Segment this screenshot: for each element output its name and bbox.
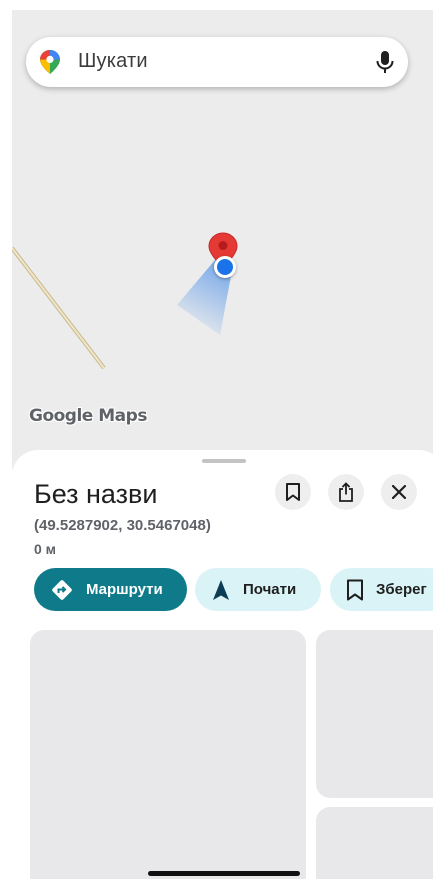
directions-icon (52, 579, 72, 600)
share-icon (339, 482, 353, 502)
photo-placeholder[interactable] (316, 630, 433, 798)
close-button[interactable] (381, 474, 417, 510)
routes-label: Маршрути (86, 581, 163, 598)
photo-placeholder[interactable] (316, 807, 433, 879)
phone-screen: Шукати Google Maps Без назви (49.5287902… (0, 0, 433, 879)
bookmark-outline-icon (347, 579, 363, 600)
place-bottom-sheet: Без назви (49.5287902, 30.5467048) 0 м М… (12, 450, 433, 879)
start-label: Почати (243, 581, 297, 598)
google-maps-pin-icon (40, 50, 60, 74)
routes-button[interactable]: Маршрути (34, 568, 187, 611)
google-maps-watermark: Google Maps (29, 406, 147, 426)
place-coordinates: (49.5287902, 30.5467048) (34, 517, 211, 534)
current-location-dot (214, 256, 236, 278)
place-title: Без назви (34, 479, 158, 509)
close-icon (392, 485, 406, 499)
place-distance: 0 м (34, 541, 57, 557)
navigation-arrow-icon (213, 579, 229, 600)
sheet-drag-handle[interactable] (202, 459, 246, 463)
search-bar[interactable]: Шукати (26, 37, 408, 87)
microphone-icon[interactable] (374, 50, 396, 74)
bookmark-icon (286, 483, 300, 501)
search-input[interactable]: Шукати (78, 50, 148, 73)
save-chip-button[interactable]: Зберег (330, 568, 433, 611)
share-button[interactable] (328, 474, 364, 510)
home-indicator[interactable] (148, 871, 300, 876)
map-view[interactable]: Шукати Google Maps (12, 10, 433, 470)
photo-placeholder[interactable] (30, 630, 306, 879)
save-place-button[interactable] (275, 474, 311, 510)
start-navigation-button[interactable]: Почати (195, 568, 321, 611)
save-label: Зберег (376, 581, 427, 598)
